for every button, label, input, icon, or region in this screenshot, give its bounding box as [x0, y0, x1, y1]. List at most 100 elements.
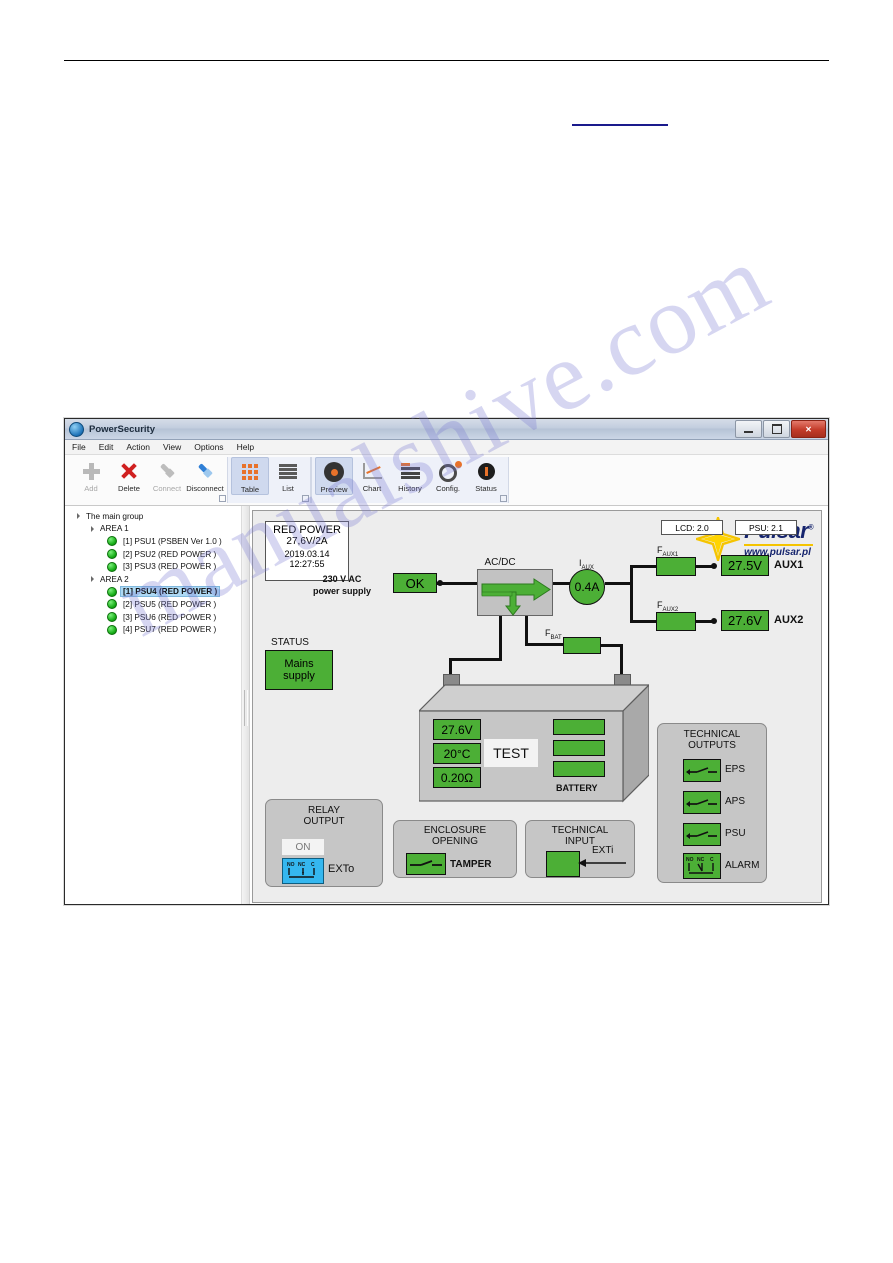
fuse-aux2: [656, 612, 696, 631]
eps-switch-icon: [683, 759, 721, 782]
mains-label-line2: power supply: [312, 586, 371, 596]
technical-input-label: EXTi: [592, 845, 614, 856]
battery-test-button[interactable]: TEST: [484, 739, 538, 767]
chart-button[interactable]: Chart: [353, 457, 391, 493]
aux2-label: AUX2: [774, 614, 804, 626]
toolbar-group-grip[interactable]: [500, 495, 507, 502]
app-icon: [69, 421, 84, 437]
status-value-line2: supply: [283, 670, 315, 682]
plug-blue-icon: [196, 459, 214, 483]
toolbar: Add Delete Connect Disconnect Table List…: [65, 455, 828, 506]
fbat-label: FBAT: [545, 628, 562, 641]
status-button[interactable]: Status: [467, 457, 505, 493]
minimize-button[interactable]: [735, 420, 762, 438]
wire-fbat-down: [620, 644, 623, 675]
relay-output-state[interactable]: ON: [282, 839, 324, 855]
aux1-voltage: 27.5V: [721, 555, 769, 576]
toolbar-group-view: Table List: [227, 457, 311, 503]
config-button[interactable]: Config.: [429, 457, 467, 493]
alarm-relay-contacts-icon: NO NC C: [683, 853, 721, 879]
add-button-label: Add: [84, 484, 98, 493]
tree-item-label: [3] PSU3 (RED POWER ): [123, 562, 217, 572]
x-mark-icon: [121, 459, 137, 483]
grid-icon: [241, 460, 259, 484]
tree-item-label: The main group: [86, 511, 144, 521]
delete-button[interactable]: Delete: [110, 457, 148, 493]
preview-button[interactable]: Preview: [315, 457, 353, 495]
wire-to-faux1: [630, 565, 656, 568]
maximize-button[interactable]: [763, 420, 790, 438]
acdc-block: [477, 569, 553, 616]
menu-item-action[interactable]: Action: [126, 442, 150, 452]
connect-button[interactable]: Connect: [148, 457, 186, 493]
close-button[interactable]: ✕: [791, 420, 826, 438]
battery-resistance: 0.20Ω: [433, 767, 481, 788]
menu-item-view[interactable]: View: [163, 442, 181, 452]
technical-input-title-line1: TECHNICAL: [551, 825, 609, 836]
menu-item-edit[interactable]: Edit: [99, 442, 114, 452]
plug-icon: [158, 459, 176, 483]
tree-item-main-group[interactable]: The main group: [71, 510, 241, 523]
toolbar-group-grip[interactable]: [219, 495, 226, 502]
application-window: PowerSecurity ✕ File Edit Action View Op…: [64, 418, 829, 905]
menu-item-help[interactable]: Help: [237, 442, 254, 452]
tree-item-psu6[interactable]: [3] PSU6 (RED POWER ): [71, 611, 241, 624]
toolbar-group-tools: Preview Chart History Config. Status: [311, 457, 509, 503]
status-led-icon: [107, 549, 117, 560]
chevron-expand-icon[interactable]: [91, 576, 94, 583]
tree-item-label: [2] PSU2 (RED POWER ): [123, 549, 217, 559]
device-rating: 27,6V/2A: [286, 536, 328, 547]
fuse-battery: [563, 637, 601, 654]
tree-item-psu3[interactable]: [3] PSU3 (RED POWER ): [71, 560, 241, 573]
chevron-expand-icon[interactable]: [77, 513, 80, 520]
faux2-label: FAUX2: [657, 600, 678, 613]
aps-label: APS: [725, 796, 746, 807]
svg-text:C: C: [311, 862, 315, 868]
tree-item-area-1[interactable]: AREA 1: [71, 523, 241, 536]
enclosure-title-line1: ENCLOSURE: [423, 825, 487, 836]
table-button[interactable]: Table: [231, 457, 269, 495]
status-title: STATUS: [271, 637, 309, 648]
menu-item-file[interactable]: File: [72, 442, 86, 452]
aps-switch-icon: [683, 791, 721, 814]
iaux-gauge: 0.4A: [569, 569, 605, 605]
battery-temperature: 20°C: [433, 743, 481, 764]
tree-item-psu4[interactable]: [1] PSU4 (RED POWER ): [71, 586, 241, 599]
wire-acdc-down-left: [499, 616, 502, 660]
list-icon: [279, 459, 297, 483]
status-led-icon: [107, 612, 117, 623]
panel-splitter[interactable]: [241, 506, 250, 904]
tree-item-area-2[interactable]: AREA 2: [71, 573, 241, 586]
device-time: 12:27:55: [289, 559, 325, 569]
toolbar-group-grip[interactable]: [302, 495, 309, 502]
battery-voltage: 27.6V: [433, 719, 481, 740]
tree-item-psu2[interactable]: [2] PSU2 (RED POWER ): [71, 548, 241, 561]
status-led-icon: [107, 586, 117, 597]
tree-item-label: AREA 2: [100, 574, 129, 584]
list-button[interactable]: List: [269, 457, 307, 493]
relay-contacts-icon: NO NC C: [282, 858, 324, 884]
wire-mains-to-acdc: [437, 582, 481, 585]
menu-item-options[interactable]: Options: [194, 442, 223, 452]
history-button[interactable]: History: [391, 457, 429, 493]
status-icon: [477, 459, 495, 483]
junction-node: [437, 580, 443, 586]
menu-bar: File Edit Action View Options Help: [65, 440, 828, 455]
add-button[interactable]: Add: [72, 457, 110, 493]
device-date: 2019.03.14: [284, 549, 330, 559]
relay-output-title-line1: RELAY: [307, 805, 341, 816]
aux2-voltage: 27.6V: [721, 610, 769, 631]
technical-input-title-line2: INPUT: [565, 836, 595, 847]
preview-button-label: Preview: [320, 485, 348, 494]
tree-item-psu1[interactable]: [1] PSU1 (PSBEN Ver 1.0 ): [71, 535, 241, 548]
chevron-expand-icon[interactable]: [91, 525, 94, 532]
lcd-version-badge: LCD: 2.0: [661, 520, 723, 535]
technical-input-panel: TECHNICAL INPUT EXTi: [525, 820, 635, 878]
tree-item-label: [3] PSU6 (RED POWER ): [123, 612, 217, 622]
power-supply-diagram: Pulsar® www.pulsar.pl RED POWER 27,6V/2A…: [252, 510, 822, 903]
tree-item-psu5[interactable]: [2] PSU5 (RED POWER ): [71, 598, 241, 611]
tree-item-psu7[interactable]: [4] PSU7 (RED POWER ): [71, 623, 241, 636]
tree-item-label: [2] PSU5 (RED POWER ): [123, 599, 217, 609]
psu-version-badge: PSU: 2.1: [735, 520, 797, 535]
disconnect-button[interactable]: Disconnect: [186, 457, 224, 493]
